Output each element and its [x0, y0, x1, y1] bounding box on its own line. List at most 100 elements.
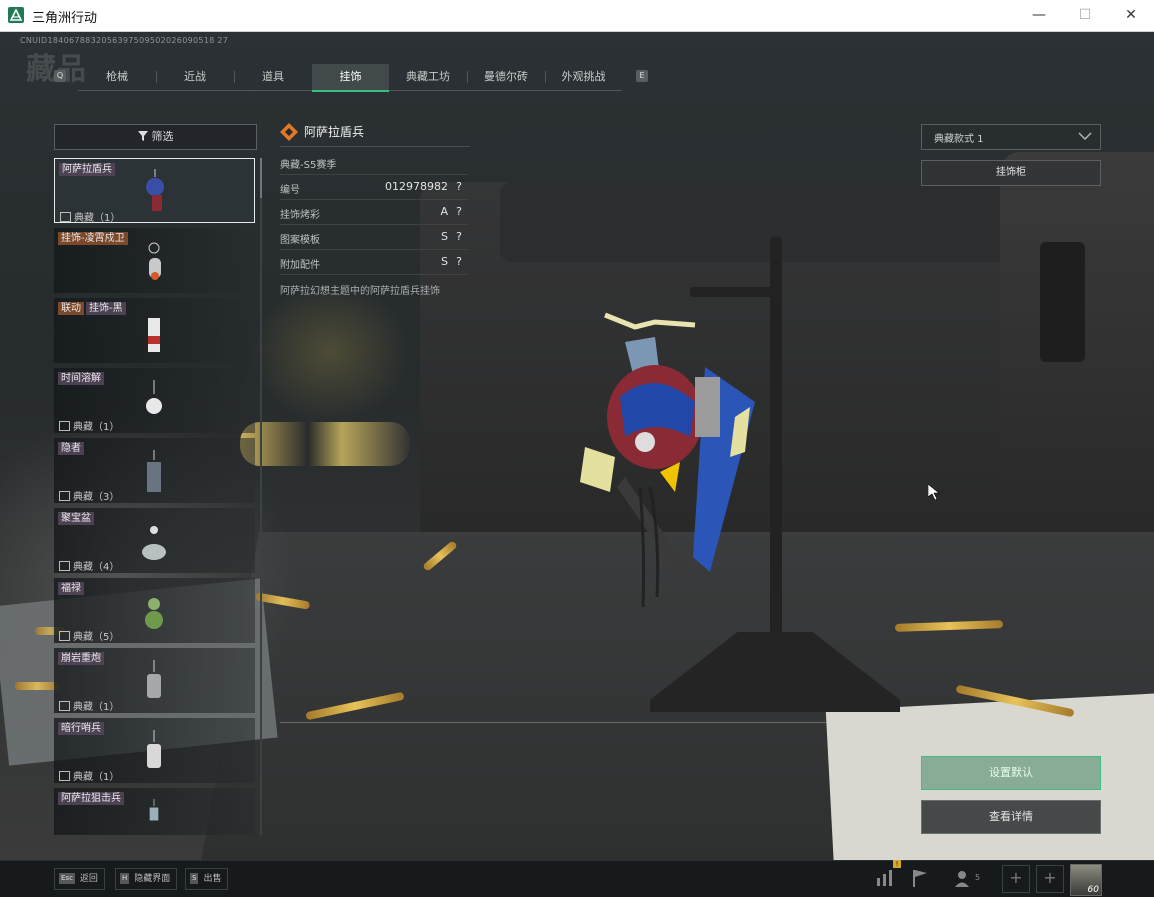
charm-thumbnail — [147, 660, 161, 698]
charm-stand-arm — [690, 287, 782, 297]
collection-image-icon — [59, 771, 70, 781]
chevron-down-icon — [1078, 132, 1092, 140]
help-icon[interactable]: ? — [456, 230, 462, 243]
charm-thumbnail — [147, 730, 161, 768]
background-glow — [250, 282, 410, 422]
hide-ui-key-button[interactable]: H 隐藏界面 — [115, 868, 178, 890]
close-button[interactable]: ✕ — [1108, 0, 1154, 31]
detail-row-serial: 编号 012978982? — [280, 175, 468, 200]
player-level: 60 — [1087, 885, 1099, 895]
charm-thumbnail — [147, 450, 161, 492]
item-name: 挂饰-凌霄戍卫 — [58, 232, 128, 245]
collab-tag: 联动 — [58, 302, 84, 315]
filter-button[interactable]: 筛选 — [54, 124, 257, 150]
item-name: 崩岩重炮 — [58, 652, 104, 665]
charm-item-time-dissolve[interactable]: 时间溶解 典藏（1） — [54, 368, 255, 433]
item-name: 聚宝盆 — [58, 512, 94, 525]
item-name: 暗行哨兵 — [58, 722, 104, 735]
window-titlebar: 三角洲行动 — ☐ ✕ — [0, 0, 1154, 32]
tab-charms[interactable]: 挂饰 — [312, 64, 389, 92]
delta-force-logo-icon — [8, 7, 24, 23]
season-label: 典藏-S5赛季 — [280, 160, 337, 171]
friends-count: 5 — [975, 873, 981, 882]
charm-item-rock-cannon[interactable]: 崩岩重炮 典藏（1） — [54, 648, 255, 713]
charm-item-hermit[interactable]: 隐者 典藏（3） — [54, 438, 255, 503]
item-collection-meta: 典藏（5） — [59, 628, 119, 643]
charm-thumbnail — [146, 169, 164, 211]
help-icon[interactable]: ? — [456, 255, 462, 268]
notification-badge: ! — [893, 860, 901, 868]
detail-header: 阿萨拉盾兵 — [280, 120, 470, 147]
charm-item-shadow-sentinel[interactable]: 暗行哨兵 典藏（1） — [54, 718, 255, 783]
item-collection-meta: 典藏（4） — [59, 558, 119, 573]
item-name: 时间溶解 — [58, 372, 104, 385]
charm-thumbnail — [149, 798, 159, 821]
tab-melee[interactable]: 近战 — [156, 64, 234, 90]
back-key-button[interactable]: Esc 返回 — [54, 868, 105, 890]
detail-title: 阿萨拉盾兵 — [304, 125, 365, 139]
charm-thumbnail — [148, 242, 161, 280]
item-name: 挂饰-黑 — [86, 302, 126, 315]
item-collection-meta: 典藏（1） — [59, 418, 119, 433]
item-collection-meta: 典藏（1） — [59, 698, 119, 713]
stats-chart-icon[interactable] — [872, 866, 896, 890]
charm-item-treasure-bowl[interactable]: 聚宝盆 典藏（4） — [54, 508, 255, 573]
asala-shield-soldier-charm-model[interactable] — [545, 307, 775, 617]
detail-season-row: 典藏-S5赛季 — [280, 150, 468, 175]
collection-image-icon — [60, 212, 71, 222]
detail-row-attachment: 附加配件 S? — [280, 250, 468, 275]
charm-item-collab-black[interactable]: 联动 挂饰-黑 — [54, 298, 255, 363]
item-collection-meta: 典藏（1） — [59, 768, 119, 783]
help-icon[interactable]: ? — [456, 205, 462, 218]
prev-tab-key[interactable]: Q — [54, 70, 66, 82]
tab-firearms[interactable]: 枪械 — [78, 64, 156, 90]
charm-thumbnail — [146, 380, 162, 414]
collection-image-icon — [59, 701, 70, 711]
next-tab-key[interactable]: E — [636, 70, 648, 82]
item-name: 隐者 — [58, 442, 84, 455]
detail-row-paint: 挂饰烤彩 A? — [280, 200, 468, 225]
flag-icon[interactable] — [908, 866, 932, 890]
detail-row-pattern: 图案模板 S? — [280, 225, 468, 250]
detail-description: 阿萨拉幻想主题中的阿萨拉盾兵挂饰 — [280, 286, 440, 297]
minimize-button[interactable]: — — [1016, 0, 1062, 31]
item-name: 福禄 — [58, 582, 84, 595]
squad-slot-add[interactable]: + — [1002, 865, 1030, 893]
item-name: 阿萨拉盾兵 — [59, 163, 115, 176]
charm-item-asala-sniper[interactable]: 阿萨拉狙击兵 — [54, 788, 255, 835]
charm-item-asala-shield[interactable]: 阿萨拉盾兵 典藏（1） — [54, 158, 255, 224]
style-select-dropdown[interactable]: 典藏款式 1 — [921, 124, 1101, 150]
charm-thumbnail — [148, 318, 160, 352]
sell-key-button[interactable]: S 出售 — [185, 868, 229, 890]
tab-mandel-brick[interactable]: 曼德尔砖 — [467, 64, 545, 90]
filter-label: 筛选 — [151, 130, 174, 143]
item-collection-meta: 典藏（3） — [59, 488, 119, 503]
mouse-cursor-icon — [928, 484, 940, 500]
view-details-button[interactable]: 查看详情 — [921, 800, 1101, 834]
scrollbar-thumb[interactable] — [260, 158, 262, 198]
collection-image-icon — [59, 491, 70, 501]
friends-icon[interactable] — [952, 866, 976, 890]
charm-thumbnail — [145, 598, 163, 629]
charm-cabinet-button[interactable]: 挂饰柜 — [921, 160, 1101, 186]
charm-item-fulu[interactable]: 福禄 典藏（5） — [54, 578, 255, 643]
collection-image-icon — [59, 561, 70, 571]
tab-collection-workshop[interactable]: 典藏工坊 — [389, 64, 467, 90]
item-collection-meta: 典藏（1） — [60, 209, 120, 224]
collection-image-icon — [59, 421, 70, 431]
maximize-button[interactable]: ☐ — [1062, 0, 1108, 31]
set-default-button[interactable]: 设置默认 — [921, 756, 1101, 790]
collection-image-icon — [59, 631, 70, 641]
charm-thumbnail — [142, 526, 166, 560]
tab-appearance-challenge[interactable]: 外观挑战 — [545, 64, 622, 90]
tab-items[interactable]: 道具 — [234, 64, 312, 90]
list-scrollbar[interactable] — [260, 158, 262, 835]
charm-item-lingxiao-guard[interactable]: 挂饰-凌霄戍卫 — [54, 228, 255, 293]
case-latch — [1040, 242, 1085, 362]
window-title: 三角洲行动 — [32, 11, 98, 26]
help-icon[interactable]: ? — [456, 180, 462, 193]
squad-slot-add[interactable]: + — [1036, 865, 1064, 893]
item-name: 阿萨拉狙击兵 — [58, 792, 124, 805]
collection-diamond-icon — [280, 123, 298, 141]
player-avatar[interactable]: 60 — [1070, 864, 1102, 896]
